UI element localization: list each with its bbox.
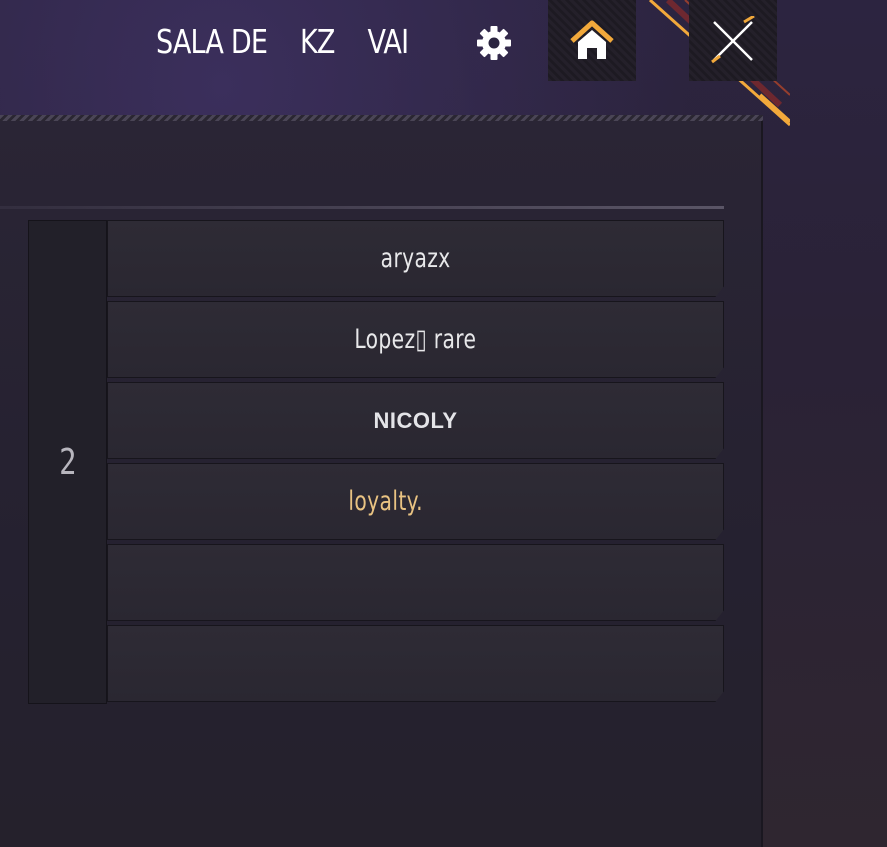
room-title-word-3: VAI [367,22,409,61]
gear-icon [477,26,511,60]
player-slot-6-empty[interactable] [107,625,724,702]
settings-button[interactable] [475,24,513,62]
panel-top-edge [0,115,763,121]
player-slot-1[interactable]: aryazx [107,220,724,297]
room-title-word-2: KZ [299,22,335,61]
player-name: loyalty. [348,486,423,517]
home-button[interactable] [548,0,636,81]
player-slot-4[interactable]: loyalty. [107,463,724,540]
player-name: NICOLY [373,407,458,433]
close-icon [711,15,755,63]
player-name: Lopez▯ rare [354,324,477,355]
player-slot-2[interactable]: Lopez▯ rare [107,301,724,378]
room-title-word-1: SALA DE [156,22,268,61]
panel-divider [0,206,724,209]
player-slot-5-empty[interactable] [107,544,724,621]
room-title: SALA DE KZ VAI [156,22,409,62]
player-name: aryazx [380,243,451,274]
home-icon [570,20,614,59]
team-block: 2 aryazx Lopez▯ rare NICOLY loyalty. [28,220,725,704]
player-slot-3[interactable]: NICOLY [107,382,724,459]
close-button[interactable] [689,0,777,81]
team-number-column: 2 [28,220,107,704]
team-number: 2 [58,441,77,483]
